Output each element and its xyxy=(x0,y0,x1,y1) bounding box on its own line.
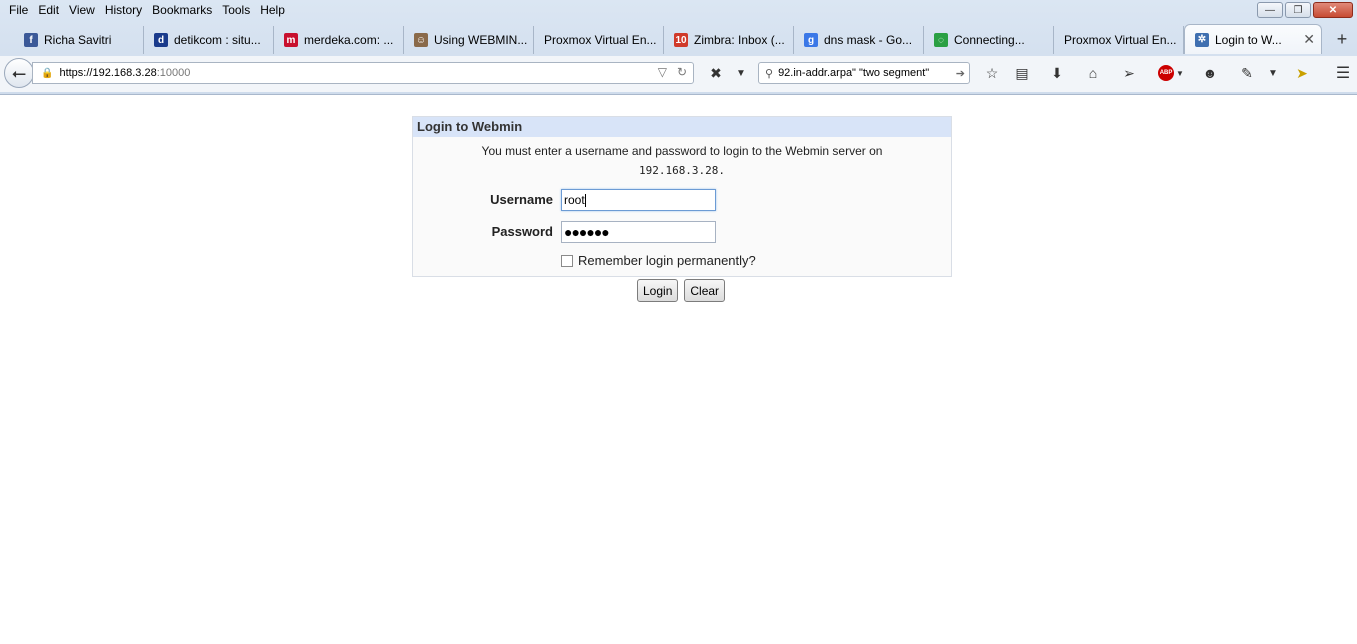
clear-button[interactable]: Clear xyxy=(684,279,726,302)
username-field[interactable]: root xyxy=(561,189,716,211)
menu-bar: File Edit View History Bookmarks Tools H… xyxy=(0,0,1357,20)
close-tab-icon[interactable]: ✕ xyxy=(1303,31,1315,48)
tab-3[interactable]: ☺ Using WEBMIN... xyxy=(404,26,534,54)
bookmark-star-icon[interactable]: ☆ xyxy=(982,64,1002,82)
tab-9[interactable]: ✲ Login to W... ✕ xyxy=(1184,24,1322,54)
navigation-bar: ⭠ 🔒 https://192.168.3.28:10000 ▽ ↻ ✖ ▼ ⚲… xyxy=(0,56,1357,92)
facebook-icon: f xyxy=(24,33,38,47)
login-message: You must enter a username and password t… xyxy=(413,141,951,181)
pointer-icon[interactable]: ➤ xyxy=(1292,64,1312,82)
home-icon[interactable]: ⌂ xyxy=(1083,64,1103,82)
send-icon[interactable]: ➢ xyxy=(1119,64,1139,82)
password-label: Password xyxy=(491,224,553,239)
webmin-icon: ✲ xyxy=(1195,32,1209,47)
download-icon[interactable]: ⬇ xyxy=(1047,64,1067,82)
stop-download-icon[interactable]: ✖ xyxy=(706,64,726,82)
browser-chrome: File Edit View History Bookmarks Tools H… xyxy=(0,0,1357,95)
tab-label: detikcom : situ... xyxy=(174,33,261,47)
tab-label: Proxmox Virtual En... xyxy=(544,33,657,47)
tab-label: Richa Savitri xyxy=(44,33,112,47)
tab-5[interactable]: 10 Zimbra: Inbox (... xyxy=(664,26,794,54)
menu-edit[interactable]: Edit xyxy=(33,1,64,19)
reading-list-icon[interactable]: ▤ xyxy=(1012,64,1032,82)
menu-view[interactable]: View xyxy=(64,1,100,19)
username-row: Username root xyxy=(413,189,953,213)
text-cursor xyxy=(584,194,586,208)
username-value: root xyxy=(564,193,585,207)
tab-label: Connecting... xyxy=(954,33,1025,47)
window-controls: — ❐ ✕ xyxy=(1257,2,1353,18)
menu-hamburger-icon[interactable]: ☰ xyxy=(1333,64,1353,82)
tab-1[interactable]: d detikcom : situ... xyxy=(144,26,274,54)
tab-label: dns mask - Go... xyxy=(824,33,913,47)
search-bar[interactable]: ⚲ 92.in-addr.arpa" "two segment" ➔ xyxy=(758,62,970,84)
server-address: 192.168.3.28. xyxy=(638,164,726,177)
password-value: ●●●●●● xyxy=(564,224,610,240)
google-icon: g xyxy=(804,33,818,47)
tab-8[interactable]: Proxmox Virtual En... xyxy=(1054,26,1184,54)
tab-label: Login to W... xyxy=(1215,32,1282,47)
tab-label: Using WEBMIN... xyxy=(434,33,527,47)
calendar-icon: 10 xyxy=(674,33,688,47)
tab-label: Proxmox Virtual En... xyxy=(1064,33,1177,47)
remember-checkbox[interactable] xyxy=(561,254,573,267)
back-button[interactable]: ⭠ xyxy=(4,58,34,88)
lock-icon: 🔒 xyxy=(41,67,54,79)
close-button[interactable]: ✕ xyxy=(1313,2,1353,18)
search-icon: ⚲ xyxy=(765,67,774,80)
adblock-icon[interactable]: ABP ▼ xyxy=(1156,64,1186,82)
chat-icon[interactable]: ☻ xyxy=(1200,64,1220,82)
loading-icon: ◌ xyxy=(934,33,948,47)
merdeka-icon: m xyxy=(284,33,298,47)
tab-label: merdeka.com: ... xyxy=(304,33,394,47)
search-input[interactable]: 92.in-addr.arpa" "two segment" xyxy=(778,67,929,79)
back-arrow-icon: ⭠ xyxy=(11,62,27,83)
password-row: Password ●●●●●● xyxy=(413,221,953,245)
chevron-down-icon[interactable]: ▼ xyxy=(734,64,748,82)
tab-7[interactable]: ◌ Connecting... xyxy=(924,26,1054,54)
dropdown-history-icon[interactable]: ▽ xyxy=(658,65,667,79)
avatar-icon: ☺ xyxy=(414,33,428,47)
url-port: :10000 xyxy=(156,67,191,79)
tab-label: Zimbra: Inbox (... xyxy=(694,33,785,47)
tab-0[interactable]: f Richa Savitri xyxy=(14,26,144,54)
tab-strip: f Richa Savitri d detikcom : situ... m merdek… xyxy=(0,24,1357,54)
remember-label: Remember login permanently? xyxy=(578,253,756,268)
menu-history[interactable]: History xyxy=(100,1,147,19)
new-tab-button[interactable]: + xyxy=(1330,27,1354,51)
remember-row: Remember login permanently? xyxy=(561,253,756,268)
detik-icon: d xyxy=(154,33,168,47)
chevron-down-icon-2[interactable]: ▼ xyxy=(1266,64,1280,82)
username-label: Username xyxy=(490,192,553,207)
button-row: Login Clear xyxy=(637,279,726,302)
menu-file[interactable]: File xyxy=(4,1,33,19)
reload-icon[interactable]: ↻ xyxy=(677,65,687,79)
menu-bookmarks[interactable]: Bookmarks xyxy=(147,1,217,19)
go-arrow-icon[interactable]: ➔ xyxy=(956,67,965,80)
menu-tools[interactable]: Tools xyxy=(217,1,255,19)
tab-6[interactable]: g dns mask - Go... xyxy=(794,26,924,54)
url-host: https://192.168.3.28 xyxy=(59,67,157,79)
login-button[interactable]: Login xyxy=(637,279,679,302)
maximize-button[interactable]: ❐ xyxy=(1285,2,1311,18)
login-panel: Login to Webmin You must enter a usernam… xyxy=(412,116,952,277)
tool-icon[interactable]: ✎ xyxy=(1237,64,1257,82)
tab-2[interactable]: m merdeka.com: ... xyxy=(274,26,404,54)
password-field[interactable]: ●●●●●● xyxy=(561,221,716,243)
menu-help[interactable]: Help xyxy=(255,1,290,19)
login-instructions: You must enter a username and password t… xyxy=(481,144,883,158)
login-title: Login to Webmin xyxy=(413,117,951,137)
tab-4[interactable]: Proxmox Virtual En... xyxy=(534,26,664,54)
minimize-button[interactable]: — xyxy=(1257,2,1283,18)
url-bar[interactable]: 🔒 https://192.168.3.28:10000 ▽ ↻ xyxy=(32,62,694,84)
